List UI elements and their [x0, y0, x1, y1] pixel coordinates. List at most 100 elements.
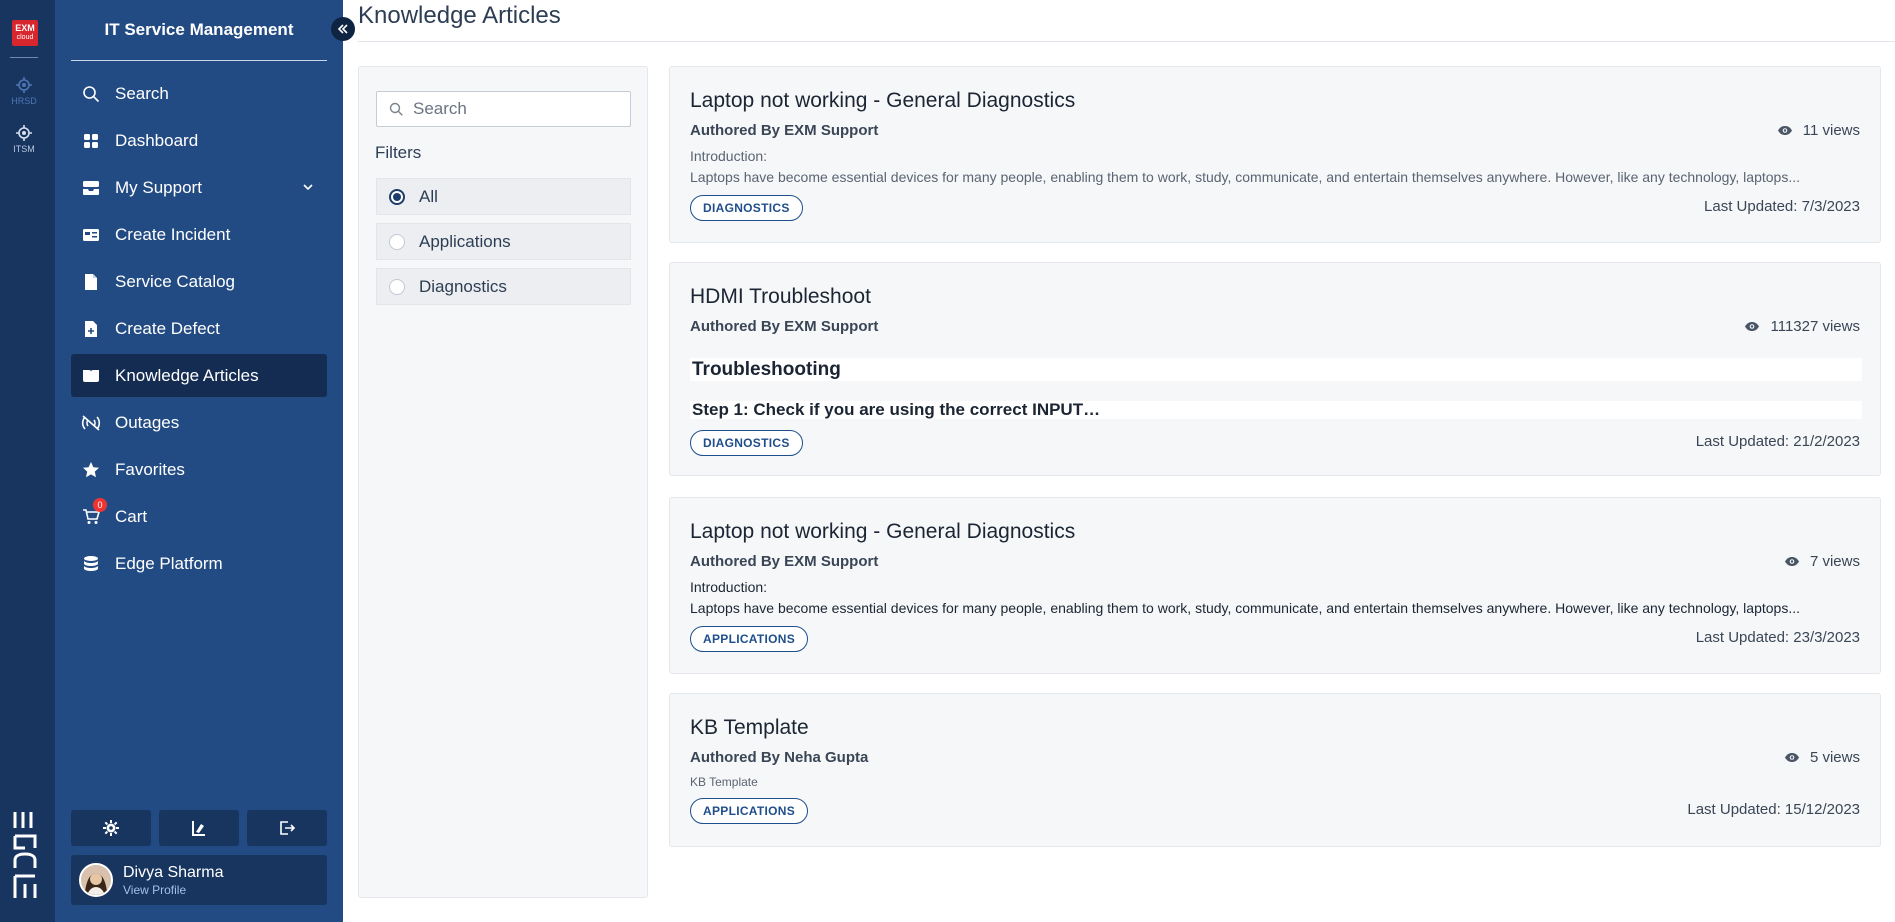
page-title: Knowledge Articles	[358, 2, 561, 29]
sidebar-item-label: Favorites	[115, 459, 185, 479]
article-card[interactable]: KB Template Authored By Neha Gupta 5 vie…	[669, 693, 1881, 847]
article-step: Step 1: Check if you are using the corre…	[690, 401, 1862, 419]
sidebar-item-label: My Support	[115, 177, 202, 197]
inbox-icon	[81, 178, 101, 198]
sidebar-item-label: Cart	[115, 506, 148, 526]
article-excerpt: KB Template	[690, 775, 758, 789]
article-card[interactable]: Laptop not working - General Diagnostics…	[669, 497, 1881, 674]
signal-icon	[81, 413, 101, 433]
sidebar-title: IT Service Management	[104, 20, 294, 39]
article-title[interactable]: HDMI Troubleshoot	[690, 285, 871, 309]
edge-logo-icon	[13, 812, 37, 898]
rail-app-label: HRSD	[11, 96, 37, 106]
filter-option-all[interactable]: All	[376, 178, 631, 215]
views-count: 11 views	[1802, 122, 1860, 139]
theme-button[interactable]	[159, 810, 239, 846]
search-input[interactable]	[413, 99, 613, 119]
logout-icon	[280, 821, 295, 835]
views-count: 7 views	[1809, 553, 1860, 570]
article-author: Authored By Neha Gupta	[690, 749, 869, 766]
sidebar-item-favorites[interactable]: Favorites	[71, 448, 327, 491]
article-views: 111327 views	[1744, 318, 1860, 335]
double-chevron-left-icon	[337, 24, 348, 34]
chevron-down-icon[interactable]	[301, 180, 315, 194]
article-author: Authored By EXM Support	[690, 553, 879, 570]
sidebar-item-create-defect[interactable]: Create Defect	[71, 307, 327, 350]
avatar	[79, 863, 113, 897]
sidebar-item-label: Edge Platform	[115, 553, 223, 573]
filter-option-label: All	[419, 186, 438, 206]
radio-unselected[interactable]	[389, 278, 405, 295]
gear-icon	[103, 820, 119, 836]
user-profile[interactable]: Divya Sharma View Profile	[71, 855, 327, 905]
article-excerpt: Laptops have become essential devices fo…	[690, 600, 1800, 616]
article-card[interactable]: HDMI Troubleshoot Authored By EXM Suppor…	[669, 262, 1881, 476]
radio-selected[interactable]	[389, 188, 405, 205]
rail-app-label: ITSM	[13, 144, 35, 154]
article-author: Authored By EXM Support	[690, 318, 879, 335]
article-title[interactable]: Laptop not working - General Diagnostics	[690, 520, 1075, 544]
sidebar-nav: Search Dashboard My Support Create Incid…	[71, 72, 327, 589]
sidebar-item-my-support[interactable]: My Support	[71, 166, 327, 209]
last-updated: Last Updated: 21/2/2023	[1695, 433, 1860, 450]
search-field[interactable]	[376, 91, 631, 127]
sidebar-item-label: Service Catalog	[115, 271, 236, 291]
sidebar-item-label: Create Incident	[115, 224, 231, 244]
category-tag[interactable]: APPLICATIONS	[690, 798, 809, 824]
book-icon	[81, 366, 101, 386]
document-icon	[81, 272, 101, 292]
last-updated: Last Updated: 7/3/2023	[1704, 198, 1860, 215]
profile-name: Divya Sharma	[123, 863, 224, 881]
cart-count-badge: 0	[93, 498, 107, 512]
sidebar-item-outages[interactable]: Outages	[71, 401, 327, 444]
search-icon	[81, 84, 101, 104]
radio-unselected[interactable]	[389, 233, 405, 250]
collapse-sidebar-button[interactable]	[331, 17, 355, 41]
exm-cloud-logo[interactable]: EXM cloud	[12, 20, 38, 46]
sidebar-item-service-catalog[interactable]: Service Catalog	[71, 260, 327, 303]
sidebar-actions	[71, 810, 327, 846]
article-card[interactable]: Laptop not working - General Diagnostics…	[669, 66, 1881, 243]
category-tag[interactable]: DIAGNOSTICS	[690, 430, 803, 456]
article-title[interactable]: KB Template	[690, 716, 809, 740]
filter-option-diagnostics[interactable]: Diagnostics	[376, 268, 631, 305]
views-count: 111327 views	[1770, 318, 1860, 335]
filter-option-label: Applications	[419, 231, 511, 251]
logo-subtext: cloud	[16, 34, 34, 41]
filters-label: Filters	[375, 143, 422, 162]
article-title[interactable]: Laptop not working - General Diagnostics	[690, 89, 1075, 113]
category-tag[interactable]: APPLICATIONS	[690, 626, 809, 652]
filter-option-label: Diagnostics	[419, 276, 507, 296]
sidebar-item-label: Outages	[115, 412, 180, 432]
settings-button[interactable]	[71, 810, 151, 846]
star-icon	[81, 460, 101, 480]
rail-app-hrsd[interactable]: HRSD	[4, 76, 44, 106]
last-updated: Last Updated: 23/3/2023	[1695, 629, 1860, 646]
sidebar-item-dashboard[interactable]: Dashboard	[71, 119, 327, 162]
sidebar-item-create-incident[interactable]: Create Incident	[71, 213, 327, 256]
sidebar-item-cart[interactable]: 0 Cart	[71, 495, 327, 538]
hrsd-icon	[16, 77, 32, 93]
category-tag[interactable]: DIAGNOSTICS	[690, 195, 803, 221]
sidebar-item-edge-platform[interactable]: Edge Platform	[71, 542, 327, 585]
article-excerpt: Laptops have become essential devices fo…	[690, 169, 1800, 185]
logo-text: EXM	[15, 23, 35, 33]
filter-panel: Filters All Applications Diagnostics	[358, 66, 648, 898]
article-views: 5 views	[1784, 749, 1860, 766]
article-intro: Introduction:	[690, 579, 768, 595]
ticket-icon	[81, 225, 101, 245]
article-heading: Troubleshooting	[690, 358, 1862, 381]
sidebar-item-label: Knowledge Articles	[115, 365, 259, 385]
app-rail: EXM cloud HRSD ITSM	[0, 0, 55, 922]
filter-option-applications[interactable]: Applications	[376, 223, 631, 260]
sidebar: IT Service Management Search Dashboard M…	[55, 0, 343, 922]
eye-icon	[1784, 753, 1799, 762]
sidebar-item-search[interactable]: Search	[71, 72, 327, 115]
title-divider	[358, 41, 1895, 42]
document-add-icon	[81, 319, 101, 339]
view-profile-link[interactable]: View Profile	[123, 883, 223, 897]
logout-button[interactable]	[247, 810, 327, 846]
sidebar-item-knowledge-articles[interactable]: Knowledge Articles	[71, 354, 327, 397]
rail-app-itsm[interactable]: ITSM	[4, 124, 44, 154]
dashboard-icon	[81, 131, 101, 151]
